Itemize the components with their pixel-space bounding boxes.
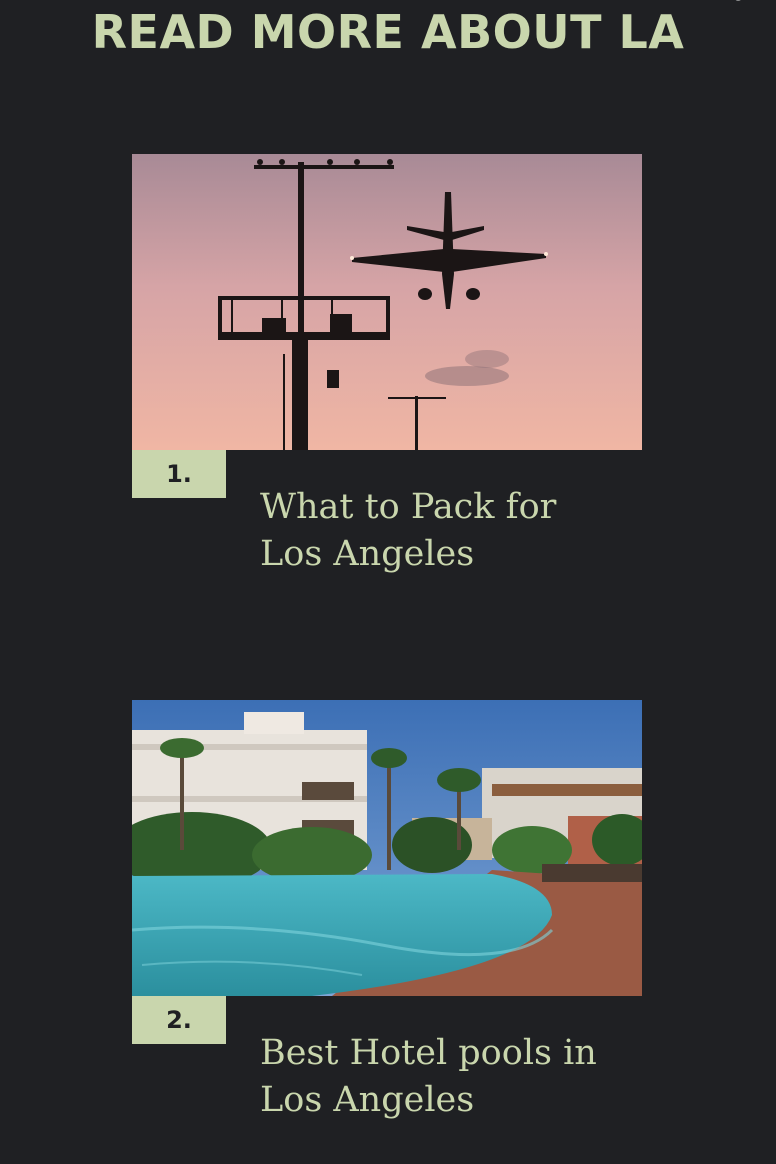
article-number-badge: 1.	[132, 450, 226, 498]
article-card[interactable]: 2. Best Hotel pools in Los Angeles	[132, 700, 642, 1120]
airplane-photo	[132, 154, 642, 450]
article-number-badge: 2.	[132, 996, 226, 1044]
article-title-link[interactable]: Best Hotel pools in Los Angeles	[260, 1030, 600, 1124]
article-image-link[interactable]	[132, 700, 642, 996]
article-image-link[interactable]	[132, 154, 642, 450]
article-card[interactable]: 1. What to Pack for Los Angeles	[132, 154, 642, 574]
hotel-pool-photo	[132, 700, 642, 996]
partial-icon	[735, 0, 741, 1]
section-title: READ MORE ABOUT LA	[91, 5, 685, 59]
article-title-link[interactable]: What to Pack for Los Angeles	[260, 484, 600, 578]
